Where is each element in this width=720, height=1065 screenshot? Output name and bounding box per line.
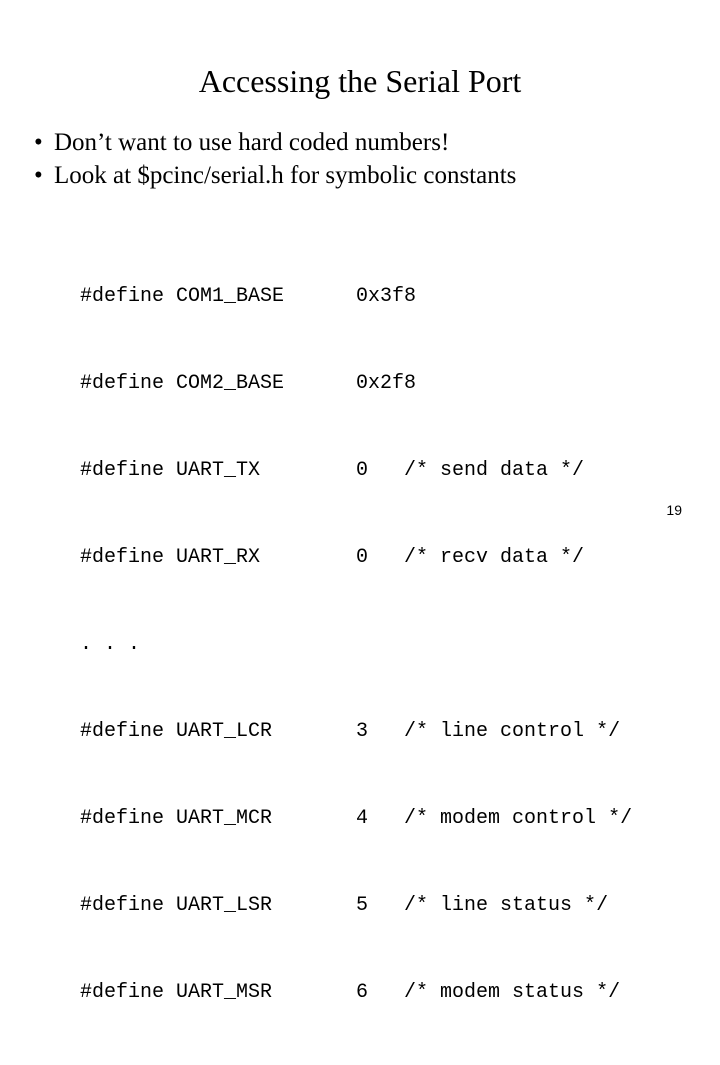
code-block: #define COM1_BASE 0x3f8 #define COM2_BASE 0x…: [80, 224, 632, 1065]
code-directive: #define: [80, 807, 165, 830]
code-directive: #define: [80, 459, 165, 482]
bullet-text: Look at $pcinc/serial.h for symbolic con…: [54, 162, 517, 189]
code-symbol-name: UART_LCR: [176, 720, 273, 743]
bullet-list: • Don’t want to use hard coded numbers! …: [28, 126, 708, 192]
bullet-point-icon: •: [34, 129, 43, 156]
bullet-text: Don’t want to use hard coded numbers!: [54, 129, 450, 156]
code-line: #define UART_LCR 3 /* line control */: [80, 717, 632, 746]
page-number: 19: [666, 502, 682, 518]
code-line: #define COM2_BASE 0x2f8: [80, 369, 632, 398]
code-comment: /* line status */: [404, 894, 609, 917]
code-line: #define COM1_BASE 0x3f8: [80, 282, 632, 311]
code-ellipsis: . . .: [80, 633, 141, 656]
code-symbol-name: UART_MCR: [176, 807, 273, 830]
code-value: 0x3f8: [356, 285, 417, 308]
code-directive: #define: [80, 894, 165, 917]
code-symbol-name: UART_TX: [176, 459, 261, 482]
code-comment: /* modem control */: [404, 807, 633, 830]
code-symbol-name: UART_MSR: [176, 981, 273, 1004]
code-line: #define UART_MSR 6 /* modem status */: [80, 978, 632, 1007]
code-directive: #define: [80, 546, 165, 569]
code-symbol-name: UART_LSR: [176, 894, 273, 917]
code-comment: /* modem status */: [404, 981, 621, 1004]
code-comment: /* send data */: [404, 459, 585, 482]
code-symbol-name: UART_RX: [176, 546, 261, 569]
code-directive: #define: [80, 981, 165, 1004]
bullet-point-icon: •: [34, 162, 43, 189]
code-line: #define UART_LSR 5 /* line status */: [80, 891, 632, 920]
code-value: 0x2f8: [356, 372, 417, 395]
code-line: #define UART_TX 0 /* send data */: [80, 456, 632, 485]
code-value: 0: [356, 459, 369, 482]
code-directive: #define: [80, 285, 165, 308]
code-comment: /* line control */: [404, 720, 621, 743]
code-comment: /* recv data */: [404, 546, 585, 569]
code-value: 0: [356, 546, 369, 569]
page-title: Accessing the Serial Port: [198, 63, 522, 99]
code-value: 6: [356, 981, 369, 1004]
code-directive: #define: [80, 720, 165, 743]
code-line: #define UART_MCR 4 /* modem control */: [80, 804, 632, 833]
code-symbol-name: COM1_BASE: [176, 285, 285, 308]
code-directive: #define: [80, 372, 165, 395]
code-line-ellipsis: . . .: [80, 630, 632, 659]
code-line: #define UART_RX 0 /* recv data */: [80, 543, 632, 572]
code-symbol-name: COM2_BASE: [176, 372, 285, 395]
list-item: • Look at $pcinc/serial.h for symbolic c…: [28, 159, 708, 192]
code-value: 3: [356, 720, 369, 743]
list-item: • Don’t want to use hard coded numbers!: [28, 126, 708, 159]
code-value: 4: [356, 807, 369, 830]
code-value: 5: [356, 894, 369, 917]
presentation-slide: Accessing the Serial Port • Don’t want t…: [0, 0, 720, 1004]
